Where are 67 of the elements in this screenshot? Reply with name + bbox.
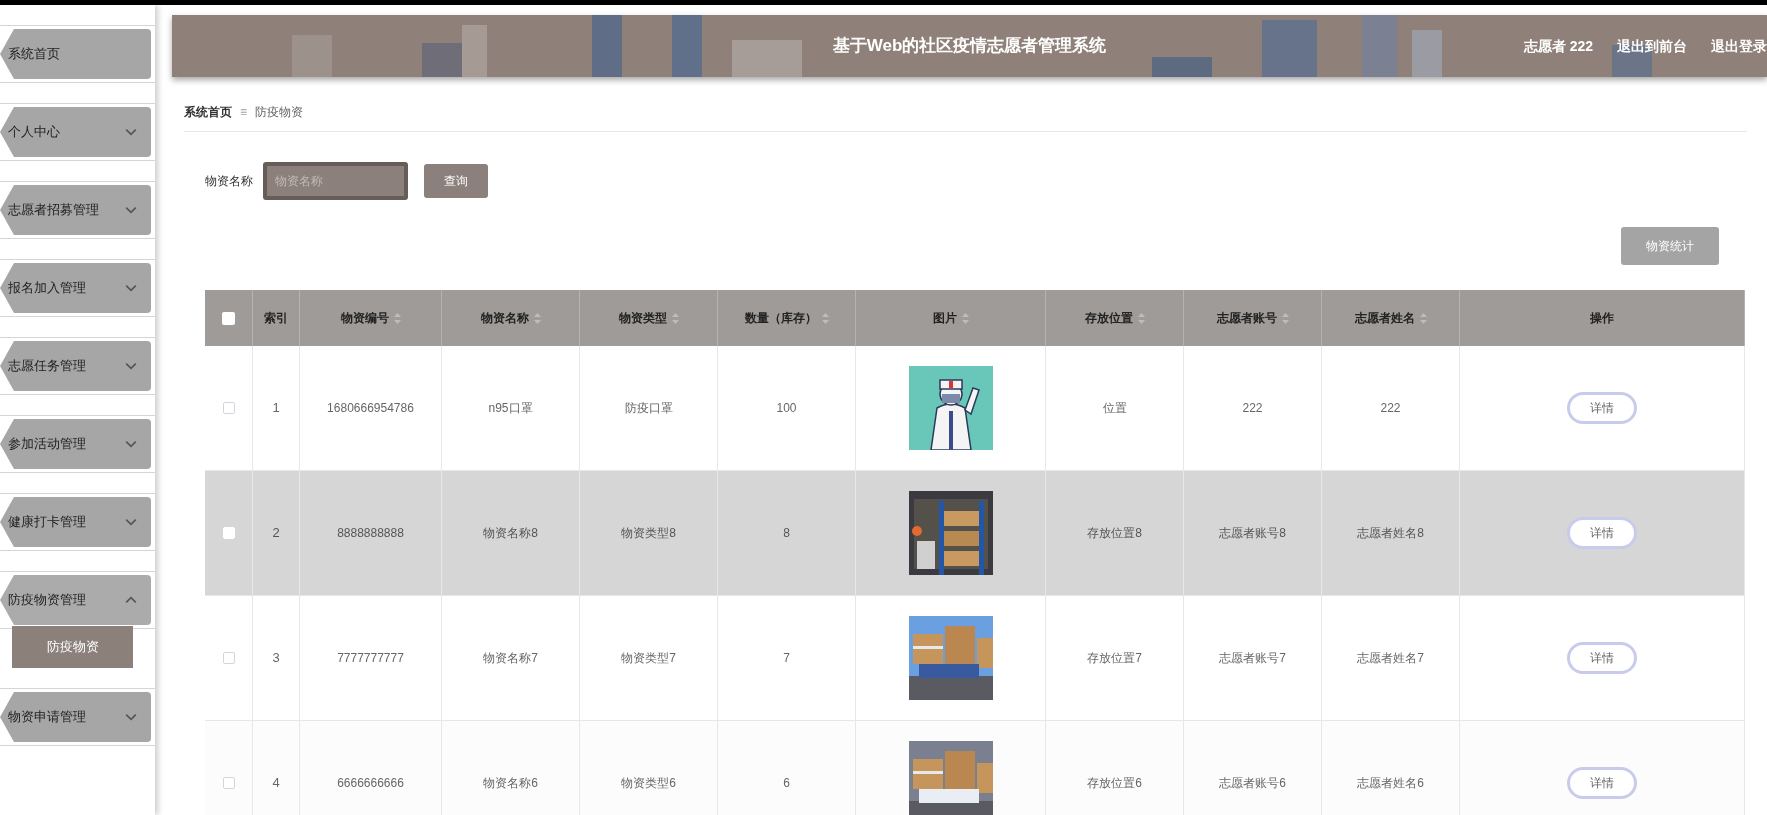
table-cell-text: 防疫口罩 xyxy=(624,400,673,417)
menu-item[interactable]: 物资申请管理 xyxy=(0,692,151,742)
details-button[interactable]: 详情 xyxy=(1567,642,1637,674)
user-name: 志愿者 222 xyxy=(1523,36,1593,56)
table-cell-text: 存放位置6 xyxy=(1087,775,1142,792)
row-checkbox[interactable] xyxy=(222,777,235,789)
sort-icon[interactable] xyxy=(961,312,969,324)
table-cell-text: 存放位置7 xyxy=(1087,650,1142,667)
details-button[interactable]: 详情 xyxy=(1567,767,1637,799)
table-cell-text: 100 xyxy=(776,400,797,417)
menu-item[interactable]: 健康打卡管理 xyxy=(0,497,151,547)
menu-item[interactable]: 报名加入管理 xyxy=(0,263,151,313)
table-cell-text: 8 xyxy=(783,525,790,542)
table-cell-text: 志愿者姓名8 xyxy=(1357,525,1424,542)
logout-link[interactable]: 退出到前台 xyxy=(1617,35,1687,57)
breadcrumb-separator: ≡ xyxy=(240,104,247,121)
table-cell-text: 存放位置8 xyxy=(1087,525,1142,542)
search-button[interactable]: 查询 xyxy=(424,164,488,198)
table-cell-text: 位置 xyxy=(1102,400,1127,417)
table-cell-text: 物资名称6 xyxy=(483,775,538,792)
sort-icon[interactable] xyxy=(533,312,541,324)
table-cell-text: 物资类型7 xyxy=(621,650,676,667)
table-cell-text: n95口罩 xyxy=(488,400,533,417)
row-checkbox[interactable] xyxy=(222,402,235,414)
menu-item[interactable]: 系统首页 xyxy=(0,29,151,79)
table-cell-text: 3 xyxy=(272,649,280,668)
table-cell-text: 6666666666 xyxy=(337,775,404,792)
table-cell-text: 6 xyxy=(783,775,790,792)
details-button[interactable]: 详情 xyxy=(1567,392,1637,424)
sort-icon[interactable] xyxy=(393,312,401,324)
menu-item[interactable]: 防疫物资管理 xyxy=(0,575,151,625)
menu-item[interactable]: 参加活动管理 xyxy=(0,419,151,469)
table-cell-text: 1 xyxy=(272,399,280,418)
sort-icon[interactable] xyxy=(1419,312,1427,324)
sort-icon[interactable] xyxy=(671,312,679,324)
menu-item[interactable]: 个人中心 xyxy=(0,107,151,157)
table-cell-text: 222 xyxy=(1380,400,1401,417)
sort-icon[interactable] xyxy=(1281,312,1289,324)
field-label: 物资名称 xyxy=(205,173,253,190)
table-cell-text: 7777777777 xyxy=(337,650,404,667)
table-cell-text: 物资类型6 xyxy=(621,775,676,792)
table-cell-text: 物资名称7 xyxy=(483,650,538,667)
sort-icon[interactable] xyxy=(1137,312,1145,324)
row-checkbox[interactable] xyxy=(222,652,235,664)
table-cell-text: 志愿者姓名6 xyxy=(1357,775,1424,792)
table-cell-text: 1680666954786 xyxy=(327,400,414,417)
table-cell-text: 8888888888 xyxy=(337,525,404,542)
table-cell-text: 物资类型8 xyxy=(621,525,676,542)
table-cell-text: 4 xyxy=(272,774,280,793)
breadcrumb-link[interactable]: 防疫物资 xyxy=(255,103,303,121)
breadcrumb-link[interactable]: 系统首页 xyxy=(184,103,232,121)
select-all-checkbox[interactable] xyxy=(222,311,235,325)
details-button[interactable]: 详情 xyxy=(1567,517,1637,549)
menu-item[interactable]: 志愿任务管理 xyxy=(0,341,151,391)
submenu-item[interactable]: 防疫物资 xyxy=(12,626,133,668)
table-cell-text: 222 xyxy=(1242,400,1263,417)
table-cell-text: 7 xyxy=(783,650,790,667)
table-cell-text: 物资名称8 xyxy=(483,525,538,542)
table-cell-text: 志愿者账号6 xyxy=(1219,775,1286,792)
table-cell-text: 2 xyxy=(272,524,280,543)
table-cell-text: 志愿者账号7 xyxy=(1219,650,1286,667)
menu-item[interactable]: 志愿者招募管理 xyxy=(0,185,151,235)
table-cell-text: 志愿者账号8 xyxy=(1219,525,1286,542)
logout-link[interactable]: 退出登录 xyxy=(1711,35,1767,57)
app-title: 基于Web的社区疫情志愿者管理系统 xyxy=(832,35,1107,58)
sort-icon[interactable] xyxy=(821,312,829,324)
table-cell-text: 志愿者姓名7 xyxy=(1357,650,1424,667)
